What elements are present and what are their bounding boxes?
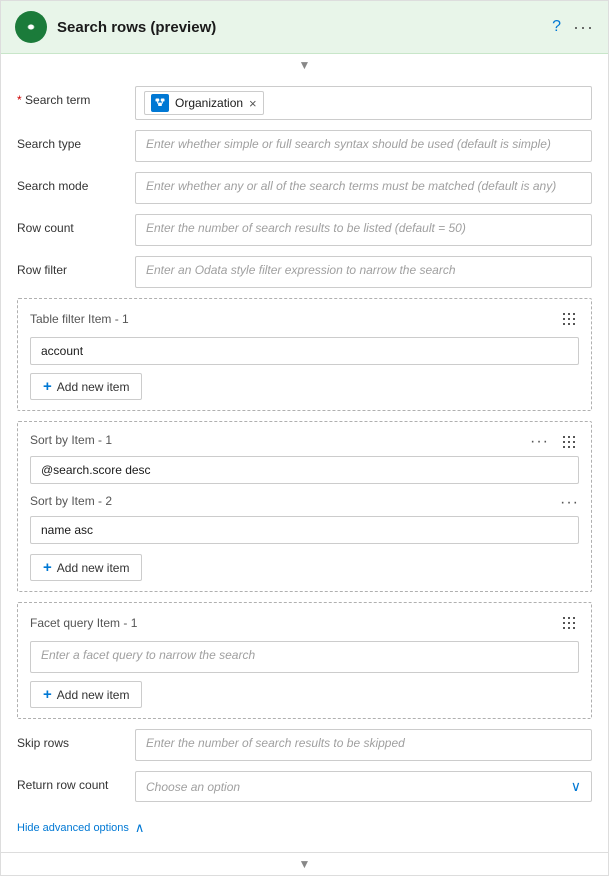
- table-filter-delete-icon[interactable]: [559, 309, 579, 329]
- skip-rows-input[interactable]: Enter the number of search results to be…: [135, 729, 592, 761]
- header-actions: ? ···: [552, 17, 594, 38]
- facet-query-add-new-button[interactable]: + Add new item: [30, 681, 142, 708]
- sort-item-1-wrap: Sort by Item - 1 ···: [30, 432, 579, 484]
- row-filter-input-wrap: Enter an Odata style filter expression t…: [135, 256, 592, 288]
- sort-item-1-delete-icon[interactable]: [559, 432, 579, 452]
- app-logo: [15, 11, 47, 43]
- connector-arrow: ▼: [1, 54, 608, 76]
- return-row-count-label: Return row count: [17, 771, 127, 794]
- row-count-input[interactable]: Enter the number of search results to be…: [135, 214, 592, 246]
- search-mode-row: Search mode Enter whether any or all of …: [17, 172, 592, 204]
- search-mode-input-wrap: Enter whether any or all of the search t…: [135, 172, 592, 204]
- sort-item-1-header: Sort by Item - 1 ···: [30, 432, 579, 452]
- tag-label: Organization: [175, 96, 243, 110]
- sort-item-2-options-icon[interactable]: ···: [560, 494, 579, 512]
- sort-item-1-input[interactable]: [30, 456, 579, 484]
- skip-rows-row: Skip rows Enter the number of search res…: [17, 729, 592, 761]
- table-filter-section: Table filter Item - 1: [17, 298, 592, 411]
- table-filter-title: Table filter Item - 1: [30, 312, 129, 326]
- row-filter-row: Row filter Enter an Odata style filter e…: [17, 256, 592, 288]
- sort-item-2-header: Sort by Item - 2 ···: [30, 494, 579, 512]
- sort-by-add-new-label: Add new item: [57, 561, 130, 575]
- facet-query-add-new-label: Add new item: [57, 688, 130, 702]
- sort-item-2-wrap: Sort by Item - 2 ···: [30, 494, 579, 544]
- organization-tag: Organization ×: [144, 91, 264, 115]
- header: Search rows (preview) ? ···: [1, 1, 608, 54]
- help-icon[interactable]: ?: [552, 19, 561, 35]
- sort-item-1-label: Sort by Item - 1: [30, 433, 112, 447]
- facet-query-header: Facet query Item - 1: [30, 613, 579, 633]
- organization-icon: [151, 94, 169, 112]
- search-term-row: * Search term: [17, 86, 592, 120]
- table-filter-item-input[interactable]: [30, 337, 579, 365]
- bottom-connector: ▼: [1, 852, 608, 875]
- facet-plus-icon: +: [43, 687, 52, 702]
- facet-query-title: Facet query Item - 1: [30, 616, 137, 630]
- search-type-input[interactable]: Enter whether simple or full search synt…: [135, 130, 592, 162]
- search-term-tag-input[interactable]: Organization ×: [135, 86, 592, 120]
- sort-by-section: Sort by Item - 1 ···: [17, 421, 592, 592]
- row-count-input-wrap: Enter the number of search results to be…: [135, 214, 592, 246]
- search-term-input-wrap: Organization ×: [135, 86, 592, 120]
- sort-item-2-input[interactable]: [30, 516, 579, 544]
- sort-item-2-label: Sort by Item - 2: [30, 494, 112, 508]
- table-filter-header: Table filter Item - 1: [30, 309, 579, 329]
- row-count-label: Row count: [17, 214, 127, 237]
- chevron-up-icon: ∧: [135, 820, 145, 836]
- row-count-row: Row count Enter the number of search res…: [17, 214, 592, 246]
- facet-query-input[interactable]: Enter a facet query to narrow the search: [30, 641, 579, 673]
- chevron-down-icon: ∨: [571, 778, 581, 795]
- table-filter-add-new-button[interactable]: + Add new item: [30, 373, 142, 400]
- sort-item-1-options-icon[interactable]: ···: [530, 433, 549, 451]
- sort-by-add-new-button[interactable]: + Add new item: [30, 554, 142, 581]
- tag-close-icon[interactable]: ×: [249, 97, 257, 110]
- window-title: Search rows (preview): [57, 19, 542, 36]
- plus-icon: +: [43, 379, 52, 394]
- return-row-count-placeholder: Choose an option: [146, 780, 240, 794]
- more-options-icon[interactable]: ···: [573, 17, 594, 38]
- skip-rows-input-wrap: Enter the number of search results to be…: [135, 729, 592, 761]
- hide-advanced-label: Hide advanced options: [17, 822, 129, 834]
- search-type-input-wrap: Enter whether simple or full search synt…: [135, 130, 592, 162]
- search-type-label: Search type: [17, 130, 127, 153]
- return-row-count-dropdown[interactable]: Choose an option ∨: [135, 771, 592, 802]
- table-filter-add-new-label: Add new item: [57, 380, 130, 394]
- required-star: *: [17, 93, 25, 107]
- hide-advanced-options-button[interactable]: Hide advanced options ∧: [17, 812, 592, 836]
- facet-query-section: Facet query Item - 1 Enter a f: [17, 602, 592, 719]
- form-body: * Search term: [1, 76, 608, 852]
- search-mode-label: Search mode: [17, 172, 127, 195]
- return-row-count-row: Return row count Choose an option ∨: [17, 771, 592, 802]
- search-term-label: * Search term: [17, 86, 127, 109]
- row-filter-input[interactable]: Enter an Odata style filter expression t…: [135, 256, 592, 288]
- app-window: Search rows (preview) ? ··· ▼ * Search t…: [0, 0, 609, 876]
- facet-query-delete-icon[interactable]: [559, 613, 579, 633]
- return-row-count-input-wrap: Choose an option ∨: [135, 771, 592, 802]
- skip-rows-label: Skip rows: [17, 729, 127, 752]
- search-type-row: Search type Enter whether simple or full…: [17, 130, 592, 162]
- row-filter-label: Row filter: [17, 256, 127, 279]
- sort-plus-icon: +: [43, 560, 52, 575]
- search-mode-input[interactable]: Enter whether any or all of the search t…: [135, 172, 592, 204]
